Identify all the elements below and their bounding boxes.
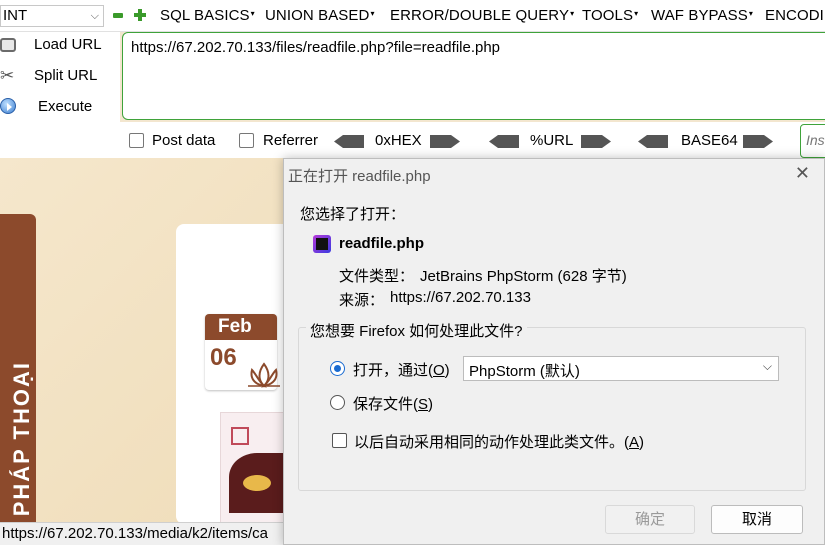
plus-icon[interactable] — [134, 8, 146, 22]
scissors-icon: ✂ — [0, 66, 15, 85]
phpstorm-file-icon — [313, 235, 331, 253]
hackbar-options: Post data Referrer 0xHEX %URL BASE64 — [0, 122, 825, 158]
execute-button[interactable]: Execute — [0, 94, 120, 122]
hackbar-actions: Load URL ✂ Split URL Execute — [0, 32, 120, 122]
vertical-category-tab[interactable]: PHÁP THOẠI — [0, 214, 36, 524]
url-encode-arrow-icon[interactable] — [581, 135, 611, 148]
hex-encode-arrow-icon[interactable] — [430, 135, 460, 148]
open-with-app-select[interactable]: PhpStorm (默认) ⌵ — [463, 356, 779, 381]
ok-button[interactable]: 确定 — [605, 505, 695, 534]
base64-encode-arrow-icon[interactable] — [743, 135, 773, 148]
dialog-title: 正在打开 readfile.php — [288, 168, 431, 185]
load-url-button[interactable]: Load URL — [0, 32, 120, 60]
open-with-app-value: PhpStorm (默认) — [469, 363, 580, 380]
status-bar: https://67.202.70.133/media/k2/items/ca — [0, 522, 290, 545]
save-file-label[interactable]: 保存文件(S) — [353, 393, 433, 414]
vertical-tab-label: PHÁP THOẠI — [9, 360, 34, 516]
dialog-prompt: 您选择了打开： — [300, 206, 406, 223]
base64-decode-arrow-icon[interactable] — [638, 135, 668, 148]
action-question: 您想要 Firefox 如何处理此文件? — [306, 320, 527, 341]
hex-label: 0xHEX — [375, 132, 422, 149]
url-decode-arrow-icon[interactable] — [489, 135, 519, 148]
save-file-radio[interactable] — [330, 395, 345, 410]
base64-label: BASE64 — [681, 132, 738, 149]
open-file-dialog: 正在打开 readfile.php ✕ 您选择了打开： readfile.php… — [283, 158, 825, 545]
minus-icon[interactable] — [112, 8, 124, 22]
remember-choice-label[interactable]: 以后自动采用相同的动作处理此类文件。(A) — [354, 431, 644, 452]
file-name: readfile.php — [339, 235, 425, 252]
file-type-value: JetBrains PhpStorm (628 字节) — [420, 268, 627, 285]
chevron-down-icon: ⌵ — [90, 10, 99, 22]
hackbar-menubar: INT ⌵ SQL BASICS▾ UNION BASED▾ ERROR/DOU… — [0, 0, 825, 32]
split-url-button[interactable]: ✂ Split URL — [0, 63, 120, 91]
close-icon[interactable]: ✕ — [795, 163, 810, 184]
post-data-checkbox[interactable] — [129, 133, 144, 148]
hex-decode-arrow-icon[interactable] — [334, 135, 364, 148]
status-url: https://67.202.70.133/media/k2/items/ca — [2, 525, 268, 542]
cancel-button[interactable]: 取消 — [711, 505, 803, 534]
load-url-icon — [0, 38, 16, 52]
open-with-radio[interactable] — [330, 361, 345, 376]
insert-input[interactable]: Insert — [800, 124, 825, 158]
article-thumbnail[interactable] — [220, 412, 290, 524]
injection-type-select[interactable]: INT ⌵ — [0, 5, 104, 27]
url-text: https://67.202.70.133/files/readfile.php… — [131, 39, 501, 56]
referrer-checkbox[interactable] — [239, 133, 254, 148]
menu-encoding[interactable]: ENCODING — [765, 7, 825, 24]
open-with-label[interactable]: 打开，通过(O) — [353, 359, 450, 380]
menu-tools[interactable]: TOOLS▾ — [582, 7, 638, 24]
url-textarea[interactable]: https://67.202.70.133/files/readfile.php… — [122, 32, 825, 120]
remember-choice-checkbox[interactable] — [332, 433, 347, 448]
date-month: Feb — [205, 314, 277, 340]
referrer-label: Referrer — [263, 132, 319, 149]
play-icon — [0, 98, 16, 114]
menu-error-double-query[interactable]: ERROR/DOUBLE QUERY▾ — [390, 7, 574, 24]
post-data-label: Post data — [152, 132, 216, 149]
url-encoding-label: %URL — [530, 132, 574, 149]
menu-sql-basics[interactable]: SQL BASICS▾ — [160, 7, 255, 24]
injection-type-value: INT — [3, 7, 28, 24]
chevron-down-icon: ⌵ — [762, 359, 772, 373]
menu-waf-bypass[interactable]: WAF BYPASS▾ — [651, 7, 753, 24]
menu-union-based[interactable]: UNION BASED▾ — [265, 7, 375, 24]
source-label: 来源： — [339, 292, 385, 309]
file-type-label: 文件类型： — [339, 268, 415, 285]
lotus-icon — [248, 362, 280, 388]
source-value: https://67.202.70.133 — [390, 289, 531, 306]
